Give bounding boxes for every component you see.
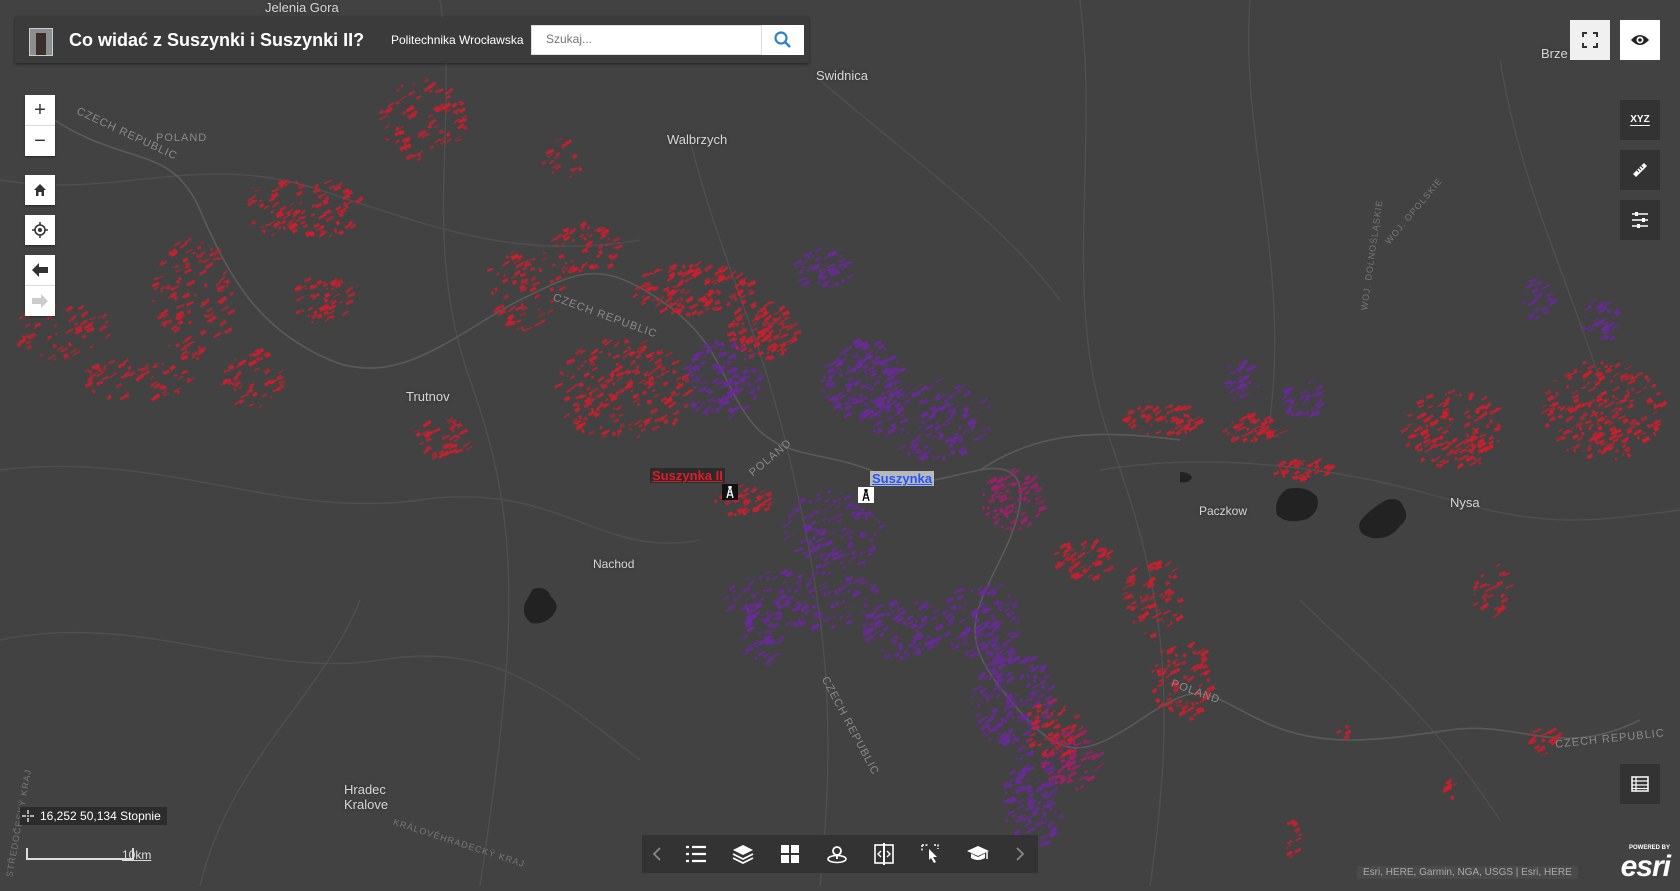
city-label-brze: Brze — [1541, 46, 1568, 61]
layers-button[interactable] — [719, 835, 766, 873]
scale-bar — [26, 848, 134, 860]
scale-label: 10km — [122, 848, 152, 862]
coordinate-text: 16,252 50,134 Stopnie — [40, 809, 161, 823]
swipe-button[interactable] — [860, 835, 907, 873]
city-label-walbrzych: Walbrzych — [667, 132, 728, 147]
city-label-nachod: Nachod — [593, 557, 635, 571]
fullscreen-button[interactable] — [1570, 20, 1610, 60]
zoom-out-button[interactable]: − — [25, 125, 55, 156]
city-label-jelenia-gora: Jelenia Gora — [265, 0, 339, 15]
legend-icon — [685, 845, 706, 863]
search-box — [531, 25, 763, 55]
visibility-button[interactable] — [1620, 20, 1660, 60]
layers-icon — [732, 845, 753, 865]
city-label-nysa: Nysa — [1450, 495, 1480, 510]
city-label-hradec-kralove: Hradec Kralove — [344, 782, 389, 812]
attribute-table-button[interactable] — [1620, 764, 1660, 804]
ruler-icon — [1633, 163, 1647, 177]
legend-button[interactable] — [672, 835, 719, 873]
basemap-gallery-icon — [780, 845, 799, 863]
app-title: Co widać z Suszynki i Suszynki II? — [69, 30, 365, 50]
filter-button[interactable] — [1620, 200, 1660, 240]
locate-icon — [32, 222, 48, 238]
previous-icon — [652, 847, 661, 861]
directions-button[interactable] — [813, 835, 860, 873]
back-extent-button[interactable] — [25, 255, 55, 285]
city-label-swidnica: Swidnica — [816, 68, 869, 83]
site-label-suszynka[interactable]: Suszynka — [870, 471, 934, 486]
education-icon — [966, 846, 989, 860]
tower-marker-suszynka[interactable] — [858, 487, 874, 503]
country-label-poland: POLAND — [156, 132, 208, 144]
esri-logo[interactable]: POWERED BY esri — [1612, 845, 1672, 883]
site-label-suszynka-ii[interactable]: Suszynka II — [650, 468, 725, 483]
measure-button[interactable] — [1620, 150, 1660, 190]
crosshair-icon — [22, 810, 34, 822]
app-logo — [29, 28, 53, 56]
zoom-in-button[interactable]: + — [25, 95, 55, 125]
city-label-trutnov: Trutnov — [406, 389, 450, 404]
tower-marker-suszynka-ii[interactable] — [722, 484, 738, 500]
bottom-toolbar — [642, 835, 1038, 873]
select-button[interactable] — [907, 835, 954, 873]
basemap — [0, 0, 1680, 887]
map-canvas[interactable]: Jelenia Gora Swidnica Walbrzych Trutnov … — [0, 0, 1680, 887]
select-icon — [920, 844, 939, 863]
fullscreen-icon — [1582, 32, 1598, 48]
coordinate-conversion-button[interactable]: XYZ — [1620, 100, 1660, 140]
search-icon — [774, 31, 791, 48]
arrow-right-icon — [32, 294, 48, 308]
city-label-paczkow: Paczkow — [1199, 504, 1248, 518]
next-icon — [1015, 847, 1024, 861]
app-header: Co widać z Suszynki i Suszynki II? Polit… — [15, 17, 809, 63]
search-button[interactable] — [761, 25, 804, 55]
zoom-in-icon: + — [34, 98, 46, 121]
attribute-table-icon — [1631, 776, 1649, 792]
zoom-out-icon: − — [34, 129, 46, 152]
search-input[interactable] — [532, 26, 762, 52]
filter-icon — [1632, 212, 1648, 228]
esri-wordmark: esri — [1620, 850, 1671, 883]
map-attribution[interactable]: Esri, HERE, Garmin, NGA, USGS | Esri, HE… — [1357, 866, 1578, 879]
home-button[interactable] — [25, 175, 55, 205]
basemap-background — [0, 0, 1680, 886]
toolbar-next-button[interactable] — [1001, 835, 1038, 873]
arrow-left-icon — [32, 263, 48, 277]
app-subtitle: Politechnika Wrocławska — [391, 33, 524, 47]
eye-icon — [1631, 35, 1649, 45]
coordinate-readout[interactable]: 16,252 50,134 Stopnie — [20, 807, 167, 825]
toolbar-previous-button[interactable] — [642, 835, 672, 873]
locate-button[interactable] — [25, 215, 55, 245]
xyz-icon: XYZ — [1630, 114, 1650, 126]
forward-extent-button[interactable] — [25, 285, 55, 316]
tower-icon — [726, 485, 734, 499]
tower-icon — [862, 488, 870, 502]
basemap-gallery-button[interactable] — [766, 835, 813, 873]
education-button[interactable] — [954, 835, 1001, 873]
home-icon — [34, 184, 46, 196]
swipe-icon — [873, 843, 894, 865]
directions-icon — [826, 846, 847, 864]
